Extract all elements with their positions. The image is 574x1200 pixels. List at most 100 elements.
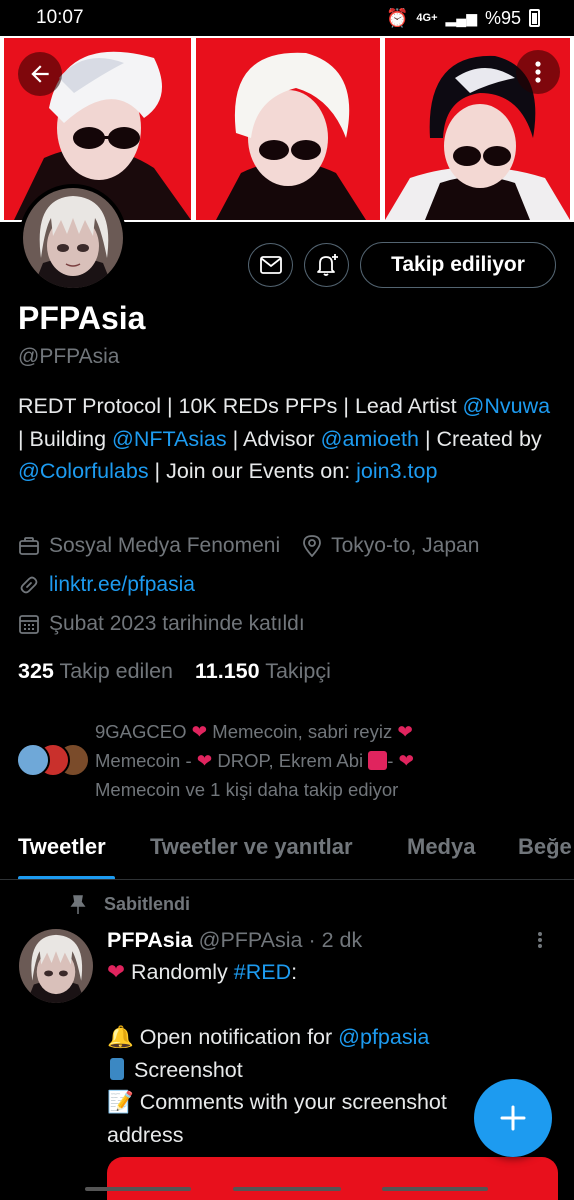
- followers-label: Takipçi: [265, 659, 331, 683]
- pin-icon: [70, 894, 86, 914]
- active-tab-indicator: [18, 876, 115, 879]
- following-count-link[interactable]: 325 Takip edilen: [18, 659, 173, 684]
- profile-location: Tokyo-to, Japan: [302, 534, 479, 558]
- vertical-dots-icon: [538, 932, 542, 948]
- vertical-dots-icon: [535, 61, 541, 83]
- tweet-more-button[interactable]: [537, 931, 543, 954]
- bio-mention-nvuwa[interactable]: @Nvuwa: [463, 394, 551, 418]
- memo-icon: 📝: [107, 1090, 134, 1114]
- tweet-author-avatar[interactable]: [19, 929, 93, 1003]
- profile-joined: Şubat 2023 tarihinde katıldı: [18, 612, 305, 636]
- tweet-text-part: Open notification for: [133, 1025, 339, 1049]
- profile-bio: REDT Protocol | 10K REDs PFPs | Lead Art…: [18, 390, 558, 488]
- tweet-header: PFPAsia @PFPAsia · 2 dk: [107, 928, 362, 953]
- followers-you-know-avatars: [16, 743, 92, 779]
- bell-icon: 🔔: [107, 1025, 134, 1049]
- category-label: Sosyal Medya Fenomeni: [49, 534, 281, 557]
- following-button[interactable]: Takip ediliyor: [360, 242, 556, 288]
- tweet-text-part: Comments with your screenshot: [133, 1090, 447, 1114]
- network-label: 4G+: [416, 12, 438, 24]
- more-options-button[interactable]: [516, 50, 560, 94]
- signal-icon: ▂▄▆: [445, 9, 477, 26]
- pinned-label: Sabitlendi: [70, 894, 190, 915]
- tweet-text-part: Screenshot: [128, 1057, 243, 1082]
- nav-back[interactable]: [382, 1187, 488, 1191]
- message-button[interactable]: [248, 243, 293, 287]
- followers-you-know-text: 9GAGCEO ❤ Memecoin, sabri reyiz ❤ Memeco…: [95, 717, 565, 804]
- status-bar: 10:07 ⏰ 4G+ ▂▄▆ %95: [0, 0, 574, 36]
- battery-level: %95: [484, 7, 521, 28]
- tab-tweets-and-replies[interactable]: Tweetler ve yanıtlar: [150, 834, 353, 860]
- bio-text: REDT Protocol | 10K REDs PFPs | Lead Art…: [18, 394, 463, 418]
- tweet-media-preview[interactable]: [107, 1157, 558, 1200]
- following-count: 325: [18, 659, 54, 683]
- tweet-author-name[interactable]: PFPAsia: [107, 928, 193, 952]
- tab-likes[interactable]: Beğe: [518, 834, 572, 860]
- bio-mention-colorfulabs[interactable]: @Colorfulabs: [18, 459, 149, 483]
- heart-icon: ❤: [196, 750, 213, 771]
- banner-image-2: [196, 38, 380, 220]
- pinned-text: Sabitlendi: [104, 894, 191, 914]
- battery-icon: [529, 9, 540, 27]
- avatar-image: [19, 929, 93, 1003]
- mention-link[interactable]: @pfpasia: [338, 1025, 429, 1049]
- tab-media[interactable]: Medya: [407, 834, 475, 860]
- tweet-text-part: address: [107, 1122, 184, 1147]
- profile-handle: @PFPAsia: [18, 345, 120, 368]
- bio-mention-nftasias[interactable]: @NFTAsias: [112, 427, 227, 451]
- bio-mention-amioeth[interactable]: @amioeth: [321, 427, 419, 451]
- location-pin-icon: [303, 535, 322, 557]
- tweet-time: · 2 dk: [308, 928, 363, 952]
- phone-icon: [110, 1057, 124, 1080]
- website-link[interactable]: linktr.ee/pfpasia: [49, 573, 195, 597]
- red-square-icon: [368, 751, 388, 770]
- profile-meta-row: Sosyal Medya Fenomeni Tokyo-to, Japan: [18, 534, 479, 558]
- followers-count: 11.150: [195, 659, 260, 683]
- profile-website[interactable]: linktr.ee/pfpasia: [18, 573, 195, 597]
- bio-text: | Building: [18, 426, 113, 451]
- mail-icon: [259, 256, 282, 274]
- joined-label: Şubat 2023 tarihinde katıldı: [49, 612, 305, 635]
- profile-avatar[interactable]: [19, 184, 127, 292]
- heart-icon: ❤: [397, 721, 413, 742]
- compose-tweet-button[interactable]: [474, 1079, 552, 1157]
- heart-icon: ❤: [107, 960, 126, 984]
- status-icons: ⏰ 4G+ ▂▄▆ %95: [386, 8, 540, 29]
- arrow-left-icon: [31, 65, 49, 83]
- known-text-part: Memecoin, sabri reyiz: [207, 721, 398, 742]
- avatar: [16, 743, 50, 777]
- bio-text: | Created by: [418, 426, 542, 451]
- tab-tweets[interactable]: Tweetler: [18, 834, 106, 860]
- profile-name: PFPAsia: [18, 300, 146, 336]
- heart-icon: ❤: [398, 750, 415, 771]
- calendar-icon: [19, 615, 39, 634]
- known-text-part: 9GAGCEO: [95, 721, 192, 742]
- followers-count-link[interactable]: 11.150 Takipçi: [195, 659, 331, 684]
- known-text-part: -: [387, 750, 399, 771]
- back-button[interactable]: [18, 52, 62, 96]
- known-text-part: Memecoin ve 1 kişi daha takip ediyor: [95, 779, 399, 800]
- tweet-text-part: Randomly: [125, 960, 234, 984]
- notification-button[interactable]: [304, 243, 349, 287]
- tweet-text-part: :: [291, 960, 298, 984]
- nav-recent-apps[interactable]: [85, 1187, 191, 1191]
- tweet-author-handle[interactable]: @PFPAsia: [199, 928, 303, 952]
- follow-counts: 325 Takip edilen 11.150 Takipçi: [18, 659, 331, 684]
- status-time: 10:07: [36, 7, 84, 28]
- location-label: Tokyo-to, Japan: [331, 534, 480, 557]
- nav-home[interactable]: [233, 1187, 341, 1191]
- hashtag-link[interactable]: #RED: [234, 960, 291, 984]
- plus-icon: [500, 1105, 526, 1131]
- bio-link[interactable]: join3.top: [356, 459, 437, 483]
- known-text-part: Memecoin -: [95, 750, 197, 771]
- alarm-icon: ⏰: [385, 7, 409, 28]
- heart-icon: ❤: [191, 721, 208, 742]
- known-text-part: DROP, Ekrem Abi: [212, 750, 369, 771]
- avatar-image: [23, 188, 123, 288]
- profile-category: Sosyal Medya Fenomeni: [18, 534, 280, 558]
- link-icon: [20, 576, 38, 594]
- briefcase-icon: [19, 537, 39, 555]
- bio-text: | Advisor: [226, 426, 321, 451]
- bell-plus-icon: [316, 254, 338, 276]
- following-label: Takip edilen: [59, 659, 174, 683]
